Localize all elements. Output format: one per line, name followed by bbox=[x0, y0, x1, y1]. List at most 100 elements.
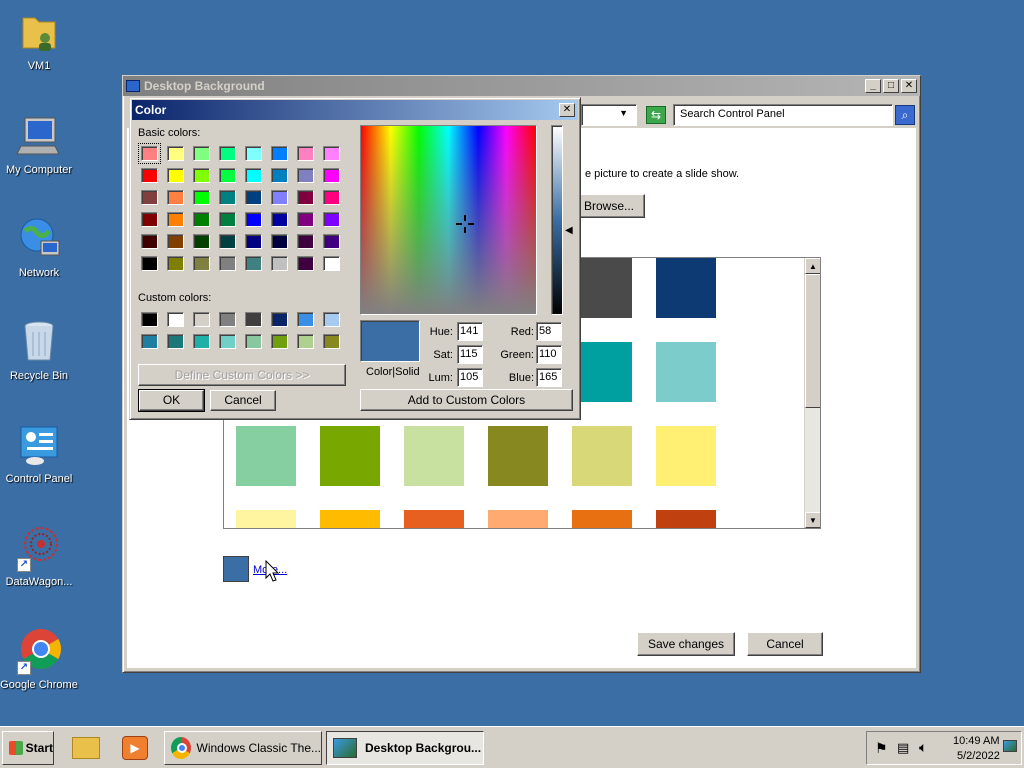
save-changes-button[interactable]: Save changes bbox=[637, 632, 735, 656]
background-color-swatch[interactable] bbox=[404, 426, 464, 486]
background-color-swatch[interactable] bbox=[572, 258, 632, 318]
cancel-button[interactable]: Cancel bbox=[747, 632, 823, 656]
custom-color-swatch[interactable] bbox=[323, 312, 340, 327]
background-color-swatch[interactable] bbox=[572, 342, 632, 402]
basic-color-swatch[interactable] bbox=[323, 168, 340, 183]
quicklaunch-media-player[interactable]: ▶ bbox=[114, 731, 158, 765]
custom-color-swatch[interactable] bbox=[323, 334, 340, 349]
hue-field[interactable]: 141 bbox=[457, 322, 483, 341]
selected-color-swatch[interactable] bbox=[223, 556, 249, 582]
desktop-icon-vm1[interactable]: VM1 bbox=[0, 8, 78, 72]
maximize-button[interactable]: □ bbox=[883, 79, 899, 93]
basic-color-swatch[interactable] bbox=[245, 234, 262, 249]
basic-color-swatch[interactable] bbox=[219, 146, 236, 161]
color-spectrum[interactable] bbox=[360, 125, 537, 315]
search-icon[interactable]: ⌕ bbox=[895, 105, 915, 125]
background-color-swatch[interactable] bbox=[656, 510, 716, 528]
basic-color-swatch[interactable] bbox=[193, 146, 210, 161]
search-input[interactable]: Search Control Panel bbox=[673, 104, 893, 126]
basic-color-swatch[interactable] bbox=[323, 212, 340, 227]
basic-color-swatch[interactable] bbox=[167, 256, 184, 271]
custom-color-swatch[interactable] bbox=[271, 312, 288, 327]
sat-field[interactable]: 115 bbox=[457, 345, 483, 364]
basic-color-swatch[interactable] bbox=[297, 256, 314, 271]
browse-button[interactable]: Browse... bbox=[573, 194, 645, 218]
basic-color-swatch[interactable] bbox=[271, 146, 288, 161]
lum-field[interactable]: 105 bbox=[457, 368, 483, 387]
scroll-down-icon[interactable]: ▼ bbox=[805, 512, 820, 528]
basic-color-swatch[interactable] bbox=[245, 146, 262, 161]
custom-color-swatch[interactable] bbox=[271, 334, 288, 349]
basic-color-swatch[interactable] bbox=[193, 256, 210, 271]
basic-color-swatch[interactable] bbox=[167, 168, 184, 183]
desktop-icon-google-chrome[interactable]: ↗ Google Chrome bbox=[0, 627, 78, 691]
taskbar-item-windows-classic[interactable]: Windows Classic The... bbox=[164, 731, 322, 765]
custom-color-swatch[interactable] bbox=[297, 312, 314, 327]
address-dropdown[interactable]: ▼ bbox=[581, 104, 637, 126]
dialog-titlebar[interactable]: Color ✕ bbox=[132, 100, 578, 120]
background-color-swatch[interactable] bbox=[572, 426, 632, 486]
desktop-icon-recycle-bin[interactable]: Recycle Bin bbox=[0, 318, 78, 382]
background-color-swatch[interactable] bbox=[236, 426, 296, 486]
background-color-swatch[interactable] bbox=[404, 510, 464, 528]
basic-color-swatch[interactable] bbox=[193, 168, 210, 183]
basic-color-swatch[interactable] bbox=[323, 190, 340, 205]
background-color-swatch[interactable] bbox=[236, 510, 296, 528]
basic-color-swatch[interactable] bbox=[141, 190, 158, 205]
luminance-arrow-icon[interactable]: ◀ bbox=[565, 225, 573, 236]
taskbar-item-desktop-background[interactable]: Desktop Backgrou... bbox=[326, 731, 484, 765]
volume-icon[interactable]: 🔈︎ bbox=[919, 739, 927, 756]
basic-color-swatch[interactable] bbox=[219, 168, 236, 183]
start-button[interactable]: Start bbox=[2, 731, 54, 765]
basic-color-swatch[interactable] bbox=[138, 143, 161, 164]
add-to-custom-colors-button[interactable]: Add to Custom Colors bbox=[360, 389, 573, 411]
minimize-button[interactable]: _ bbox=[865, 79, 881, 93]
background-color-swatch[interactable] bbox=[572, 510, 632, 528]
basic-color-swatch[interactable] bbox=[141, 234, 158, 249]
custom-color-swatch[interactable] bbox=[193, 334, 210, 349]
basic-color-swatch[interactable] bbox=[323, 146, 340, 161]
desktop-icon-control-panel[interactable]: Control Panel bbox=[0, 421, 78, 485]
scroll-up-icon[interactable]: ▲ bbox=[805, 258, 820, 274]
basic-color-swatch[interactable] bbox=[141, 256, 158, 271]
custom-color-swatch[interactable] bbox=[141, 312, 158, 327]
clock-time[interactable]: 10:49 AM bbox=[953, 735, 999, 747]
desktop-icon-network[interactable]: Network bbox=[0, 215, 78, 279]
quicklaunch-explorer[interactable] bbox=[64, 731, 108, 765]
custom-color-swatch[interactable] bbox=[193, 312, 210, 327]
desktop-icon-my-computer[interactable]: My Computer bbox=[0, 112, 78, 176]
basic-color-swatch[interactable] bbox=[323, 234, 340, 249]
scrollbar-thumb[interactable] bbox=[805, 274, 820, 408]
custom-color-swatch[interactable] bbox=[219, 312, 236, 327]
luminance-slider[interactable] bbox=[551, 125, 563, 315]
custom-color-swatch[interactable] bbox=[245, 312, 262, 327]
basic-color-swatch[interactable] bbox=[141, 168, 158, 183]
custom-color-swatch[interactable] bbox=[219, 334, 236, 349]
flag-icon[interactable]: ⚑ bbox=[875, 740, 888, 757]
clock-date[interactable]: 5/2/2022 bbox=[957, 750, 1000, 762]
background-color-swatch[interactable] bbox=[488, 426, 548, 486]
basic-color-swatch[interactable] bbox=[271, 168, 288, 183]
close-button[interactable]: ✕ bbox=[559, 103, 575, 117]
basic-color-swatch[interactable] bbox=[141, 212, 158, 227]
basic-color-swatch[interactable] bbox=[245, 256, 262, 271]
basic-color-swatch[interactable] bbox=[219, 234, 236, 249]
basic-color-swatch[interactable] bbox=[297, 146, 314, 161]
basic-color-swatch[interactable] bbox=[219, 256, 236, 271]
basic-color-swatch[interactable] bbox=[193, 212, 210, 227]
show-desktop-icon[interactable] bbox=[1003, 740, 1017, 752]
basic-color-swatch[interactable] bbox=[219, 212, 236, 227]
basic-color-swatch[interactable] bbox=[271, 234, 288, 249]
custom-color-swatch[interactable] bbox=[245, 334, 262, 349]
basic-color-swatch[interactable] bbox=[245, 168, 262, 183]
basic-color-swatch[interactable] bbox=[297, 234, 314, 249]
basic-color-swatch[interactable] bbox=[271, 256, 288, 271]
desktop-icon-datawagon[interactable]: ↗ DataWagon... bbox=[0, 524, 78, 588]
window-titlebar[interactable]: Desktop Background _ □ ✕ bbox=[123, 76, 920, 96]
basic-color-swatch[interactable] bbox=[271, 212, 288, 227]
basic-color-swatch[interactable] bbox=[167, 234, 184, 249]
basic-color-swatch[interactable] bbox=[167, 146, 184, 161]
basic-color-swatch[interactable] bbox=[271, 190, 288, 205]
basic-color-swatch[interactable] bbox=[297, 168, 314, 183]
basic-color-swatch[interactable] bbox=[245, 212, 262, 227]
